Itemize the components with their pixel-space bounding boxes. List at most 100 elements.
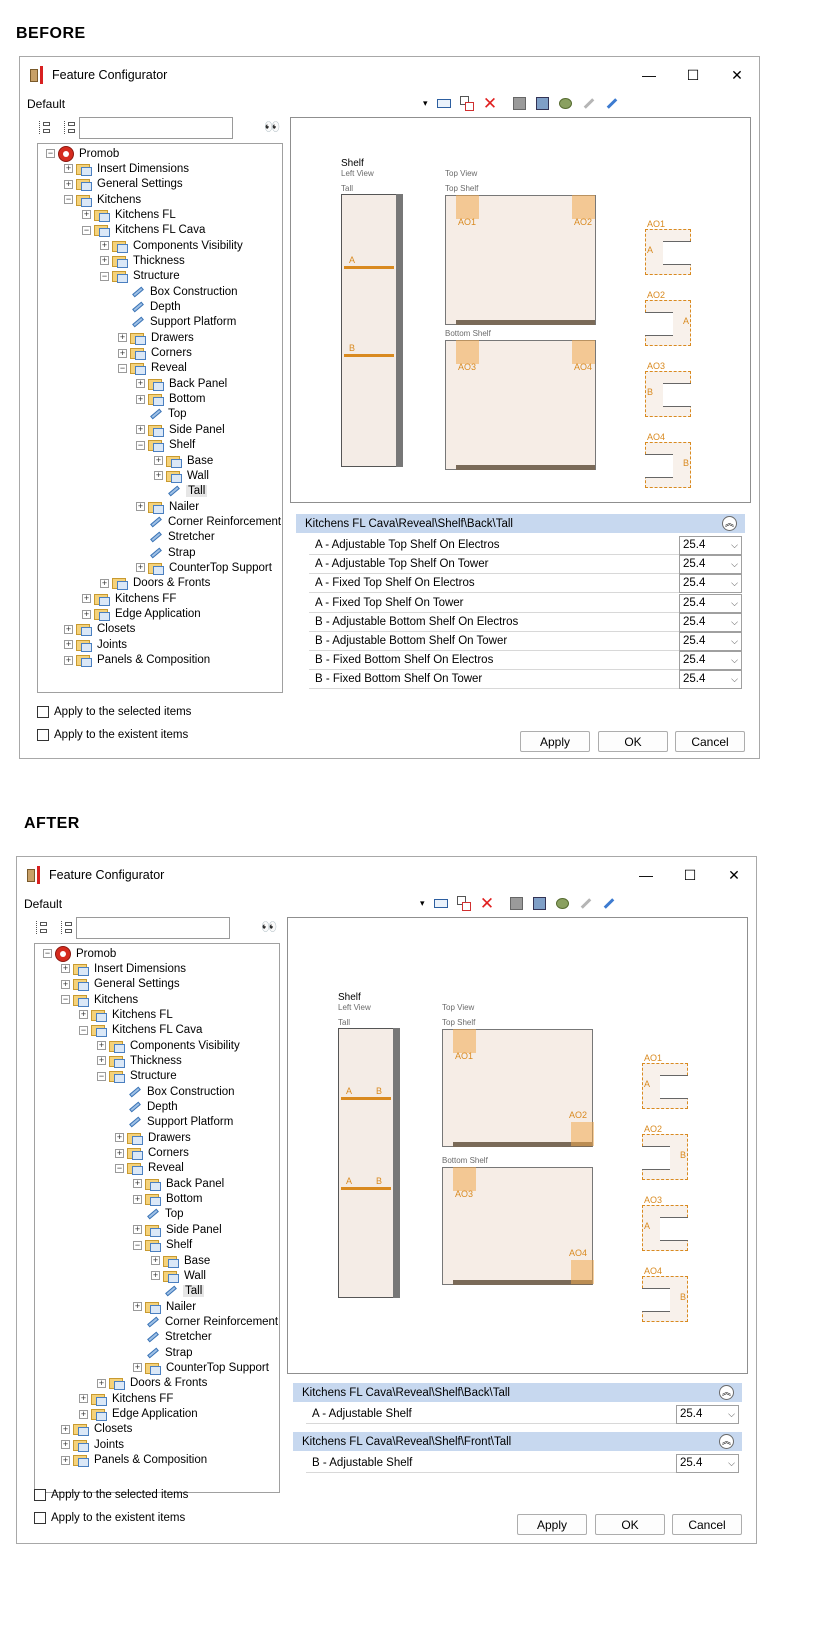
collapse-icon[interactable]: − (64, 195, 73, 205)
tree-item[interactable]: Depth (118, 300, 181, 315)
property-value-select[interactable]: 25.4 ⌵ (679, 555, 742, 575)
expand-icon[interactable]: + (118, 348, 127, 358)
apply-existent-checkbox[interactable]: Apply to the existent items (34, 1512, 185, 1524)
expand-icon[interactable]: + (100, 256, 109, 266)
expand-icon[interactable]: + (115, 1133, 124, 1143)
tree-item[interactable]: + Side Panel (133, 1222, 222, 1237)
expand-icon[interactable]: + (61, 1440, 70, 1450)
tree-item[interactable]: + Side Panel (136, 422, 225, 437)
collapse-icon[interactable]: − (97, 1071, 106, 1081)
tree-item[interactable]: + Corners (118, 346, 192, 361)
settings-icon[interactable] (557, 95, 574, 112)
expand-icon[interactable]: + (154, 471, 163, 481)
tree-item[interactable]: − Promob (43, 945, 116, 962)
checkbox-icon[interactable] (37, 706, 49, 718)
tree-item[interactable]: + Kitchens FF (82, 591, 176, 606)
delete-icon[interactable]: ✕ (482, 95, 499, 112)
expand-icon[interactable]: + (64, 655, 73, 665)
tree-item[interactable]: Corner Reinforcement (136, 514, 281, 529)
save-as-icon[interactable] (531, 895, 548, 912)
ok-button[interactable]: OK (595, 1514, 665, 1535)
tree-item[interactable]: − Reveal (118, 361, 187, 376)
tree-item[interactable]: + Base (151, 1253, 210, 1268)
profile-name[interactable]: Default (24, 897, 62, 911)
tree-item[interactable]: + Insert Dimensions (61, 961, 186, 976)
tree-item[interactable]: + Joints (61, 1437, 124, 1452)
save-icon[interactable] (511, 95, 528, 112)
tree-item[interactable]: − Shelf (133, 1238, 192, 1253)
apply-existent-checkbox[interactable]: Apply to the existent items (37, 729, 188, 741)
expand-icon[interactable]: + (82, 594, 91, 604)
property-value-select[interactable]: 25.4 ⌵ (676, 1405, 739, 1424)
minimize-icon[interactable]: — (624, 857, 668, 893)
tree-item[interactable]: + Edge Application (79, 1407, 198, 1422)
property-value-select[interactable]: 25.4 ⌵ (679, 632, 742, 651)
apply-button[interactable]: Apply (520, 731, 590, 752)
tree-item[interactable]: + Components Visibility (97, 1038, 240, 1053)
tree-item[interactable]: + Nailer (133, 1299, 196, 1314)
tree-item[interactable]: Support Platform (115, 1115, 233, 1130)
chevron-down-icon[interactable]: ⌵ (731, 671, 738, 688)
expand-icon[interactable]: + (136, 379, 145, 389)
apply-button[interactable]: Apply (517, 1514, 587, 1535)
property-value-select[interactable]: 25.4 ⌵ (676, 1454, 739, 1474)
tree-item[interactable]: + Drawers (115, 1130, 191, 1145)
tree-item[interactable]: + Panels & Composition (64, 653, 210, 668)
cancel-button[interactable]: Cancel (672, 1514, 742, 1535)
expand-icon[interactable]: + (61, 964, 70, 974)
tree-item[interactable]: + Closets (64, 622, 135, 637)
expand-icon[interactable]: + (79, 1010, 88, 1020)
maximize-icon[interactable]: ☐ (671, 57, 715, 93)
expand-icon[interactable]: + (97, 1378, 106, 1388)
tree-item[interactable]: + CounterTop Support (133, 1360, 269, 1375)
property-value-select[interactable]: 25.4 ⌵ (679, 612, 742, 632)
tree-item[interactable]: + Doors & Fronts (100, 576, 210, 591)
expand-icon[interactable]: + (100, 241, 109, 251)
tree-item[interactable]: Tall (151, 1284, 205, 1299)
expand-icon[interactable]: + (97, 1056, 106, 1066)
tree-search-input[interactable] (76, 917, 230, 939)
expand-icon[interactable]: + (64, 179, 73, 189)
expand-icon[interactable]: + (133, 1363, 142, 1373)
property-value-select[interactable]: 25.4 ⌵ (679, 651, 742, 671)
tree-item[interactable]: + General Settings (61, 977, 180, 992)
profile-dropdown-icon[interactable]: ▾ (420, 898, 425, 909)
property-value-select[interactable]: 25.4 ⌵ (679, 574, 742, 594)
tree-item[interactable]: + Joints (64, 637, 127, 652)
expand-icon[interactable]: + (136, 502, 145, 512)
chevron-down-icon[interactable]: ⌵ (731, 556, 738, 573)
tree-item[interactable]: Stretcher (136, 530, 215, 545)
expand-icon[interactable]: + (136, 563, 145, 573)
title-bar[interactable]: Feature Configurator — ☐ ✕ (17, 857, 756, 893)
tree-item[interactable]: − Structure (97, 1069, 177, 1084)
expand-icon[interactable]: + (133, 1302, 142, 1312)
expand-icon[interactable]: + (133, 1194, 142, 1204)
wand-icon[interactable] (603, 95, 620, 112)
collapse-all-icon[interactable] (59, 919, 76, 936)
checkbox-icon[interactable] (34, 1512, 46, 1524)
delete-icon[interactable]: ✕ (479, 895, 496, 912)
tree-item[interactable]: + Kitchens FL (82, 207, 176, 222)
apply-selected-checkbox[interactable]: Apply to the selected items (34, 1489, 188, 1501)
tree-item[interactable]: Box Construction (115, 1084, 235, 1099)
chevron-down-icon[interactable]: ⌵ (728, 1455, 735, 1472)
expand-icon[interactable]: + (97, 1041, 106, 1051)
tree-item[interactable]: Top (136, 407, 187, 422)
wand-icon[interactable] (600, 895, 617, 912)
apply-selected-checkbox[interactable]: Apply to the selected items (37, 706, 191, 718)
collapse-icon[interactable]: − (82, 225, 91, 235)
tree-item[interactable]: + Kitchens FF (79, 1391, 173, 1406)
tree-item[interactable]: + Wall (151, 1268, 206, 1283)
tree-item[interactable]: + Corners (115, 1146, 189, 1161)
tree-item[interactable]: + Nailer (136, 499, 199, 514)
expand-icon[interactable]: + (64, 640, 73, 650)
tree-item[interactable]: Box Construction (118, 284, 238, 299)
tree-item[interactable]: + Wall (154, 468, 209, 483)
collapse-icon[interactable]: − (79, 1025, 88, 1035)
collapse-icon[interactable]: − (61, 995, 70, 1005)
tree-item[interactable]: Tall (154, 484, 208, 499)
tree-item[interactable]: + Closets (61, 1422, 132, 1437)
chevrons-up-icon[interactable]: ︽ (719, 1385, 734, 1400)
chevron-down-icon[interactable]: ⌵ (731, 614, 738, 631)
expand-icon[interactable]: + (136, 425, 145, 435)
